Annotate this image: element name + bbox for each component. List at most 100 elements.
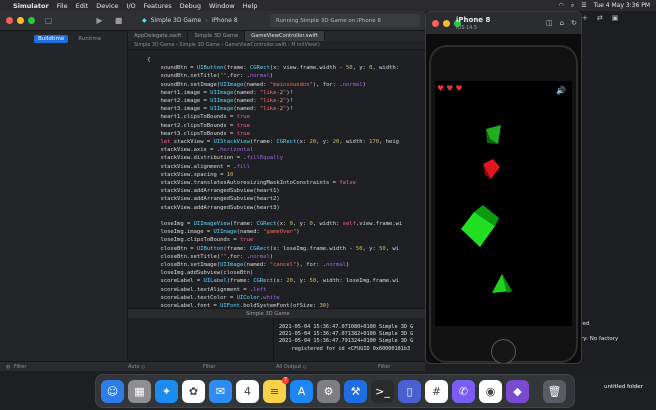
variables-view[interactable] (128, 318, 274, 361)
home-icon[interactable]: ⌂ (560, 19, 564, 27)
source-code[interactable]: { soundBtn = UIButton(frame: CGRect(x: v… (134, 56, 402, 308)
code-line[interactable]: heart3.image = UIImage(named: "like-2")! (134, 105, 402, 113)
menu-device[interactable]: Device (96, 2, 118, 10)
jump-bar[interactable]: Simple 3D Game › Simple 3D Game › GameVi… (128, 41, 425, 50)
filter-icon[interactable]: ◍ (6, 364, 10, 370)
code-line[interactable]: stackView.addArrangedSubview(heart2) (134, 195, 402, 203)
console-output[interactable]: 2021-05-04 15:36:47.071080+0100 Simple 3… (274, 318, 425, 361)
sidebar-toggle-icon[interactable]: ▢ (43, 15, 54, 26)
code-line[interactable]: soundBtn.setTitle("",for: .normal) (134, 72, 402, 80)
search-icon[interactable]: ⌕ (571, 2, 574, 10)
debug-target-label[interactable]: Simple 3D Game (246, 311, 290, 317)
tab-app-delegate[interactable]: AppDelegate.swift (128, 31, 189, 41)
code-line[interactable]: soundBtn = UIButton(frame: CGRect(x: vie… (134, 64, 402, 72)
close-window-button[interactable] (6, 17, 13, 24)
dock-chrome-icon[interactable]: ◉ (479, 379, 502, 403)
tab-runtime[interactable]: Runtime (74, 35, 105, 43)
home-button[interactable] (491, 339, 516, 363)
code-line[interactable]: { (134, 56, 402, 64)
code-line[interactable]: soundBtn.setImage(UIImage(named: "mainso… (134, 81, 402, 89)
library-icon[interactable]: + (582, 14, 588, 22)
xcode-toolbar-right: + ⇄ ▣ (582, 14, 618, 22)
dock-system-preferences-icon[interactable]: ⚙ (317, 379, 340, 403)
code-line[interactable]: stackView.addArrangedSubview(heart3) (134, 204, 402, 212)
menu-io[interactable]: I/O (126, 2, 135, 10)
tab-game-view-controller[interactable]: GameViewController.swift (245, 31, 325, 41)
menu-debug[interactable]: Debug (180, 2, 201, 10)
tab-project[interactable]: Simple 3D Game (188, 31, 246, 41)
activity-status: Running Simple 3D Game on iPhone 8 (270, 14, 420, 27)
code-editor[interactable]: { soundBtn = UIButton(frame: CGRect(x: v… (128, 50, 425, 308)
dock-xcode-icon[interactable]: ⚒ (344, 379, 367, 403)
auto-selector[interactable]: Auto ◇ (128, 364, 145, 370)
status-bottom-bar: ◍ Filter Auto ◇ Filter All Output ◇ Filt… (0, 361, 425, 371)
dock-app-store-icon[interactable]: A (290, 379, 313, 403)
scheme-selector[interactable]: ◆ Simple 3D Game › iPhone 8 (142, 17, 238, 24)
dock-mail-icon[interactable]: ✉ (209, 379, 232, 403)
dock-trash-icon[interactable]: 🗑 (543, 379, 566, 403)
dock-notes-icon[interactable]: ≡ 7 (263, 376, 289, 403)
menu-edit[interactable]: Edit (76, 2, 89, 10)
dock-terminal-icon[interactable]: >_ (371, 379, 394, 403)
dock-slack-icon[interactable]: # (425, 379, 448, 403)
code-line[interactable]: heart3.clipsToBounds = true (134, 130, 402, 138)
menu-clock[interactable]: Tue 4 May 3:36 PM (594, 2, 650, 9)
code-line[interactable]: loseImg.addSubview(closeBtn) (134, 269, 402, 277)
output-selector[interactable]: All Output ◇ (276, 364, 307, 370)
inspector-icon[interactable]: ▣ (612, 14, 619, 22)
menu-app-name[interactable]: Simulator (13, 2, 49, 10)
menu-help[interactable]: Help (243, 2, 258, 10)
code-line[interactable]: heart1.image = UIImage(named: "like-2")! (134, 89, 402, 97)
code-review-icon[interactable]: ⇄ (597, 14, 603, 22)
simulator-device-name: iPhone 8 (456, 16, 491, 24)
tab-buildtime[interactable]: Buildtime (34, 35, 69, 43)
code-line[interactable]: loseImg = UIImageView(frame: CGRect(x: 0… (134, 220, 402, 228)
code-line[interactable]: let stackView = UIStackView(frame: CGRec… (134, 138, 402, 146)
rotate-icon[interactable]: ↻ (571, 19, 577, 27)
code-line[interactable]: scoreLabel.textAlignment = .left (134, 286, 402, 294)
code-line[interactable]: stackView.distribution = .fillEqually (134, 154, 402, 162)
stop-icon[interactable]: ■ (113, 15, 124, 26)
code-line[interactable]: heart2.clipsToBounds = true (134, 122, 402, 130)
code-line[interactable]: scoreLabel = UILabel(frame: CGRect(x: 20… (134, 277, 402, 285)
close-simulator-button[interactable] (432, 20, 439, 27)
zoom-window-button[interactable] (28, 17, 35, 24)
code-line[interactable]: heart1.clipsToBounds = true (134, 113, 402, 121)
dock-calendar-icon[interactable]: 4 (236, 379, 259, 403)
dock-launchpad-icon[interactable]: ▦ (128, 379, 151, 403)
code-line[interactable] (134, 212, 402, 220)
code-line[interactable]: stackView.axis = .horizontal (134, 146, 402, 154)
code-line[interactable]: scoreLabel.textColor = UIColor.white (134, 294, 402, 302)
code-line[interactable]: stackView.translatesAutoresizingMaskInto… (134, 179, 402, 187)
menu-window[interactable]: Window (209, 2, 235, 10)
dock-photos-icon[interactable]: ✿ (182, 379, 205, 403)
game-screen[interactable]: ♥ ♥ ♥ 🔊 (435, 81, 572, 326)
screenshot-icon[interactable]: ◫ (546, 19, 553, 27)
console-line: 2021-05-04 15:36:47.791324+0100 Simple 3… (279, 338, 414, 345)
code-line[interactable]: stackView.alignment = .fill (134, 163, 402, 171)
console-filter[interactable]: Filter (378, 364, 390, 370)
code-line[interactable]: loseImg.image = UIImage(named: "gameOver… (134, 228, 402, 236)
dock-safari-icon[interactable]: ✦ (155, 379, 178, 403)
menu-file[interactable]: File (57, 2, 68, 10)
code-line[interactable]: closeBtn = UIButton(frame: CGRect(x: los… (134, 245, 402, 253)
dock-simulator-icon[interactable]: ▯ (398, 379, 421, 403)
dock-github-desktop-icon[interactable]: ◆ (506, 379, 529, 403)
code-line[interactable]: heart2.image = UIImage(named: "like-2")! (134, 97, 402, 105)
dock-finder-icon[interactable]: ☺ (101, 379, 124, 403)
code-line[interactable]: stackView.addArrangedSubview(heart1) (134, 187, 402, 195)
minimize-simulator-button[interactable] (443, 20, 450, 27)
run-icon[interactable]: ▶ (94, 15, 105, 26)
navigator-filter[interactable]: Filter (14, 364, 26, 370)
menu-features[interactable]: Features (144, 2, 172, 10)
wifi-icon[interactable]: ◠ (559, 2, 564, 9)
code-line[interactable]: stackView.spacing = 10 (134, 171, 402, 179)
control-center-icon[interactable]: ☰ (581, 2, 586, 9)
code-line[interactable]: closeBtn.setImage(UIImage(named: "cancel… (134, 261, 402, 269)
variables-filter[interactable]: Filter (203, 364, 215, 370)
code-line[interactable]: closeBtn.setTitle("",for: .normal) (134, 253, 402, 261)
desktop-folder-label[interactable]: untitled folder (604, 384, 643, 390)
dock-messenger-icon[interactable]: ✆ (452, 379, 475, 403)
code-line[interactable]: loseImg.clipsToBounds = true (134, 236, 402, 244)
minimize-window-button[interactable] (17, 17, 24, 24)
